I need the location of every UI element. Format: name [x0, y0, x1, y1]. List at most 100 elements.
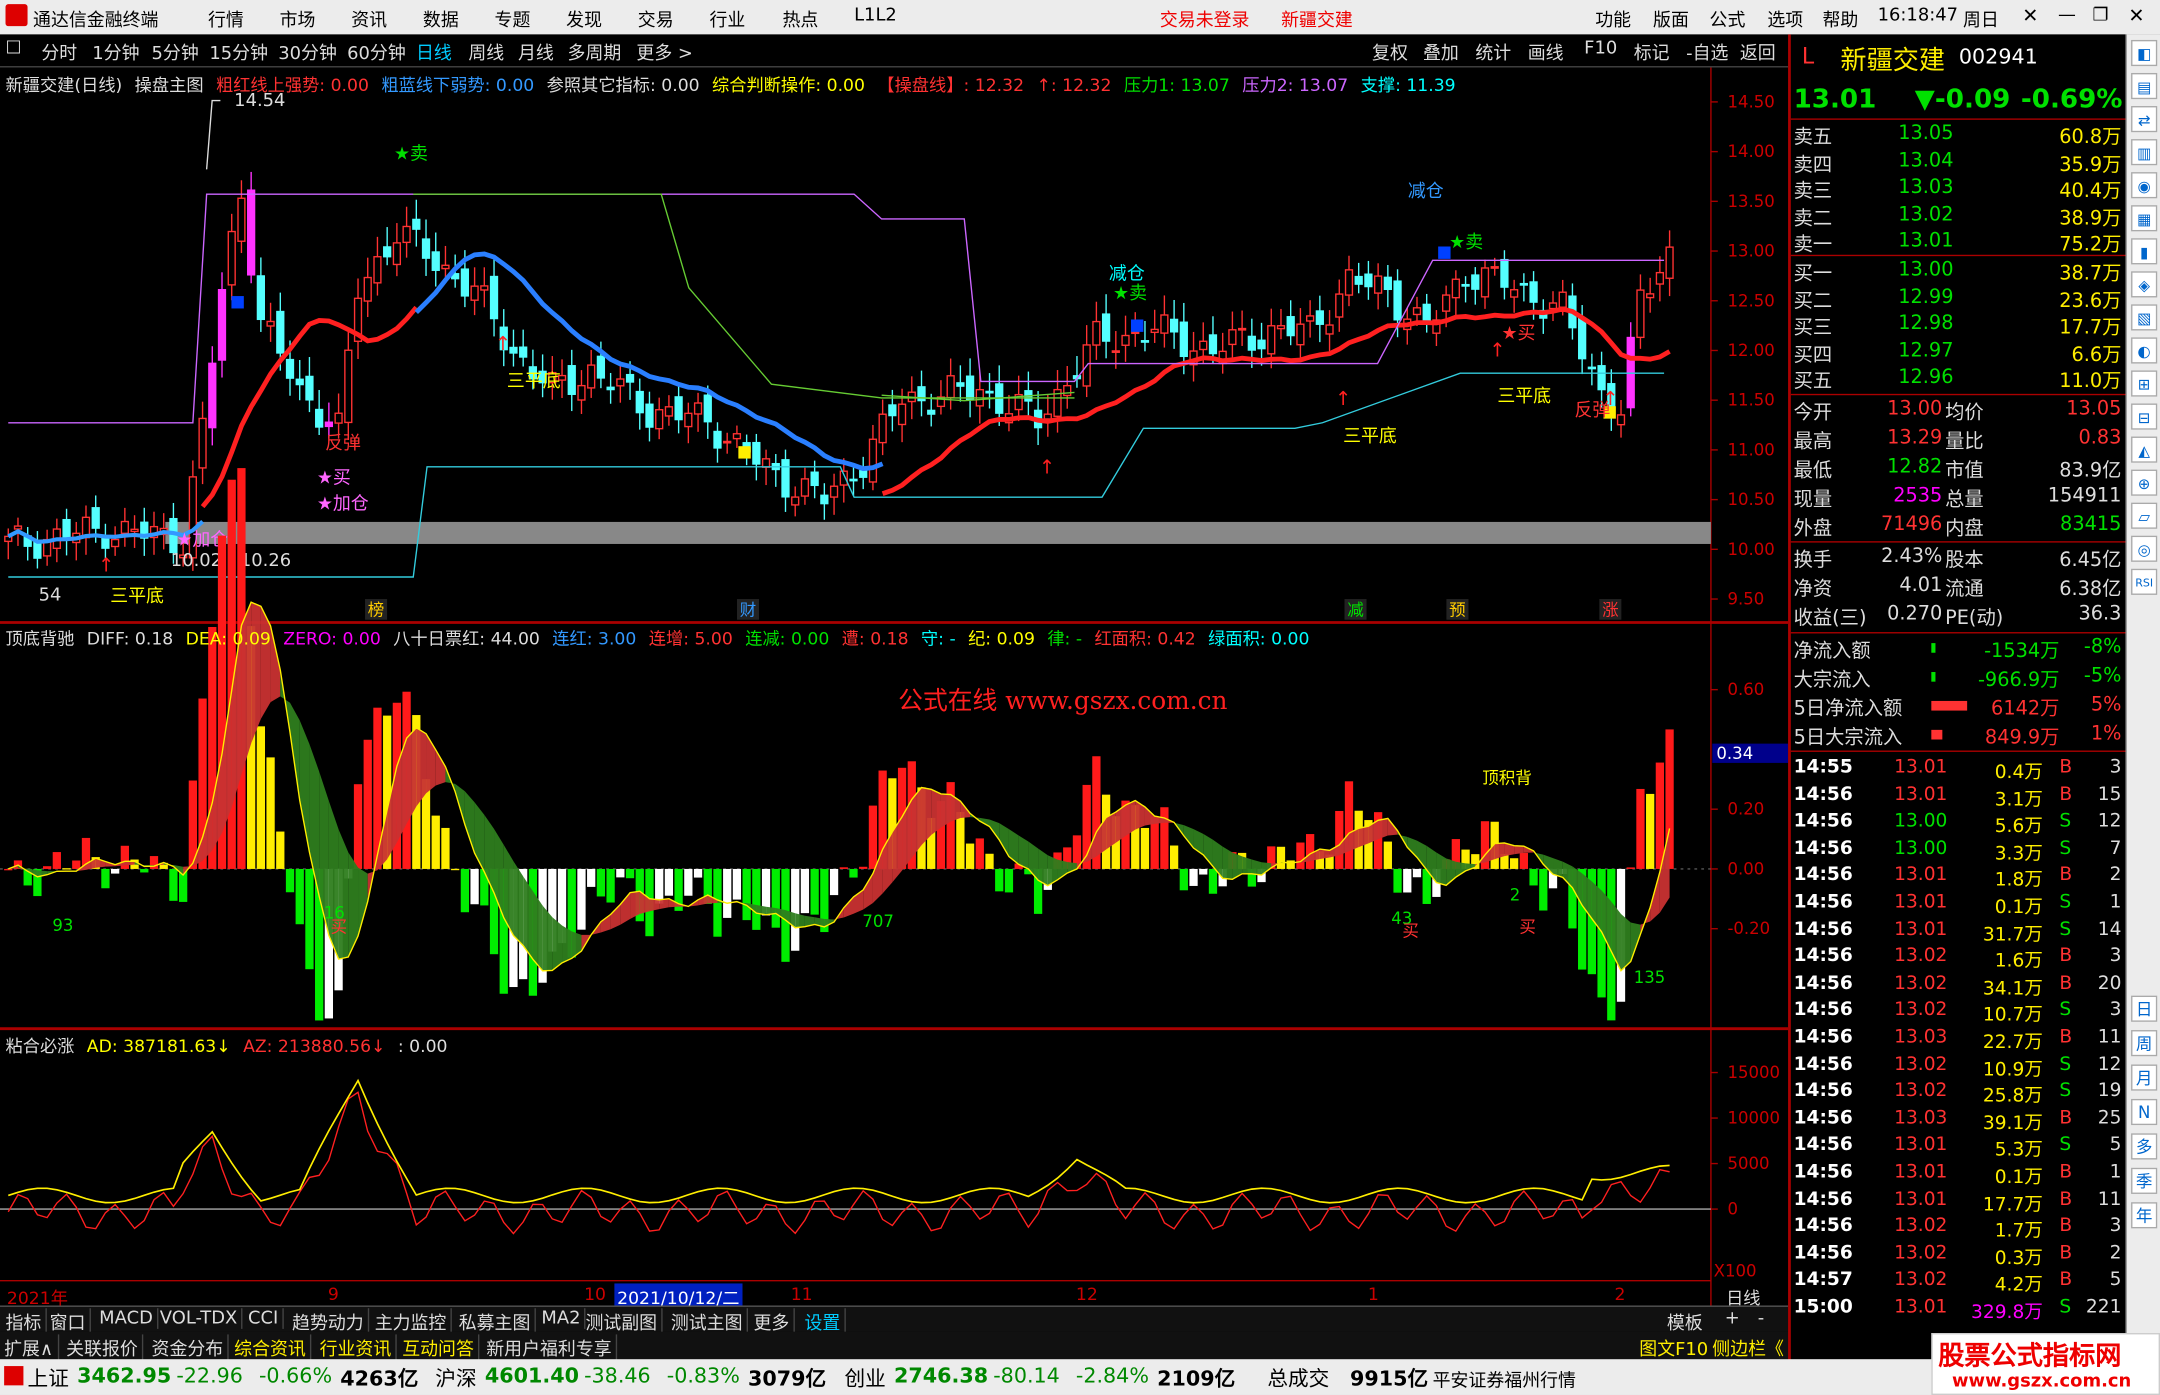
period-tab[interactable]: 60分钟: [347, 39, 406, 65]
menu-toggle-icon[interactable]: ☐: [6, 39, 22, 60]
menu-item[interactable]: 公式: [1710, 6, 1746, 32]
toolbar-button[interactable]: 标记: [1634, 39, 1670, 65]
info-tab[interactable]: 互动问答: [402, 1334, 480, 1361]
tool-icon[interactable]: ▤: [2131, 72, 2158, 100]
period-tab[interactable]: 1分钟: [92, 39, 139, 65]
stock-highlight[interactable]: 新疆交建: [1281, 6, 1353, 32]
side-tab[interactable]: 图文F10: [1639, 1334, 1708, 1361]
toolbar-button[interactable]: F10: [1584, 39, 1617, 60]
period-icon[interactable]: 年: [2131, 1202, 2158, 1229]
side-tab[interactable]: 侧边栏《: [1712, 1334, 1784, 1361]
y-tick-label: -0.20: [1727, 919, 1770, 938]
period-tab[interactable]: 日线: [416, 39, 452, 65]
template-button[interactable]: 模板: [1667, 1308, 1703, 1335]
period-icon[interactable]: 周: [2131, 1030, 2158, 1057]
info-tab[interactable]: 扩展∧: [4, 1334, 59, 1361]
login-status[interactable]: 交易未登录: [1160, 6, 1250, 32]
tool-icon[interactable]: ◈: [2131, 271, 2158, 298]
minimize-icon[interactable]: —: [2058, 6, 2076, 27]
tool-icon[interactable]: ◧: [2131, 39, 2158, 67]
period-icon[interactable]: 日: [2131, 995, 2158, 1022]
info-tab[interactable]: 综合资讯: [234, 1334, 312, 1361]
tool-icon[interactable]: ◭: [2131, 436, 2158, 463]
histogram-bar: [956, 811, 965, 869]
indicator-tab[interactable]: 趋势动力: [292, 1308, 370, 1335]
tool-icon[interactable]: ◐: [2131, 337, 2158, 364]
period-tab[interactable]: 30分钟: [278, 39, 337, 65]
restore-icon[interactable]: ❐: [2092, 6, 2108, 27]
period-tab[interactable]: 更多 >: [636, 39, 693, 65]
indicator-tab[interactable]: 测试副图: [585, 1308, 663, 1335]
tick-count: 11: [2097, 1025, 2122, 1048]
menu-item[interactable]: 行情: [208, 6, 244, 32]
tool-icon[interactable]: ⊞: [2131, 370, 2158, 397]
indicator-tab[interactable]: VOL-TDX: [160, 1308, 243, 1329]
menu-item[interactable]: 市场: [280, 6, 316, 32]
order-book-row: 卖一 13.01 75.2万: [1791, 229, 2126, 257]
period-tab[interactable]: 月线: [518, 39, 554, 65]
period-tab[interactable]: 分时: [41, 39, 77, 65]
period-tab[interactable]: 多周期: [568, 39, 622, 65]
indicator-tab[interactable]: 设置: [804, 1308, 846, 1335]
indicator-tab[interactable]: MA2: [541, 1308, 586, 1329]
indicator-tab[interactable]: 窗口: [50, 1308, 91, 1335]
period-icon[interactable]: N: [2131, 1098, 2158, 1126]
period-icon[interactable]: 多: [2131, 1133, 2158, 1160]
period-tab[interactable]: 周线: [468, 39, 504, 65]
tool-icon[interactable]: ⊕: [2131, 469, 2158, 496]
tool-icon[interactable]: ⇄: [2131, 106, 2158, 133]
tool-icon[interactable]: ▱: [2131, 502, 2158, 529]
toolbar-button[interactable]: 统计: [1475, 39, 1511, 65]
period-icon[interactable]: 季: [2131, 1167, 2158, 1194]
indicator-tab[interactable]: 更多: [754, 1308, 795, 1335]
period-tab[interactable]: 5分钟: [152, 39, 199, 65]
tick-row: 14:56 13.03 22.7万 B 11: [1791, 1025, 2126, 1054]
menu-item[interactable]: 功能: [1595, 6, 1631, 32]
info-tab[interactable]: 行业资讯: [320, 1334, 397, 1361]
menu-item[interactable]: 选项: [1767, 6, 1803, 32]
info-tab[interactable]: 新用户福利专享: [486, 1334, 618, 1361]
menu-item[interactable]: 热点: [782, 6, 818, 32]
template-button[interactable]: +: [1725, 1308, 1740, 1329]
tick-row: 14:56 13.02 1.6万 B 3: [1791, 944, 2126, 973]
indicator-tab[interactable]: 测试主图: [671, 1308, 749, 1335]
info-tab[interactable]: 资金分布: [152, 1334, 229, 1361]
index-name[interactable]: 创业: [844, 1363, 885, 1392]
toolbar-button[interactable]: -自选: [1686, 39, 1728, 65]
indicator-tab[interactable]: 私募主图: [459, 1308, 536, 1335]
index-name[interactable]: 沪深: [435, 1363, 476, 1392]
info-tab[interactable]: 关联报价: [66, 1334, 144, 1361]
tool-icon[interactable]: ⊟: [2131, 403, 2158, 430]
menu-item[interactable]: 交易: [638, 6, 674, 32]
indicator-tab[interactable]: 主力监控: [375, 1308, 452, 1335]
menu-item[interactable]: 专题: [495, 6, 531, 32]
tool-icon[interactable]: ▧: [2131, 304, 2158, 331]
tool-icon[interactable]: ◎: [2131, 535, 2158, 562]
menu-item[interactable]: 资讯: [351, 6, 387, 32]
close-icon[interactable]: ✕: [2128, 6, 2144, 28]
menu-item[interactable]: 行业: [709, 6, 745, 32]
indicator-tab[interactable]: CCI: [248, 1308, 284, 1329]
toolbar-button[interactable]: 复权: [1372, 39, 1408, 65]
period-tab[interactable]: 15分钟: [209, 39, 268, 65]
indicator-tab[interactable]: MACD: [99, 1308, 159, 1329]
index-name[interactable]: 上证: [28, 1363, 69, 1392]
menu-item[interactable]: 帮助: [1822, 6, 1858, 32]
tool-icon[interactable]: ▮: [2131, 238, 2158, 265]
rsi-icon[interactable]: RSI: [2131, 568, 2158, 595]
chart-area[interactable]: 14.50 14.00 13.50 13.00 12.50 12.00 11.50 11.00…: [0, 67, 1789, 1306]
tool-icon[interactable]: ▦: [2131, 205, 2158, 232]
tool-icon[interactable]: ▥: [2131, 139, 2158, 166]
indicator-tab[interactable]: 指标: [6, 1308, 47, 1335]
template-button[interactable]: -: [1758, 1308, 1764, 1329]
tool-icon[interactable]: ◉: [2131, 172, 2158, 199]
menu-item[interactable]: 数据: [423, 6, 459, 32]
menu-item[interactable]: 发现: [566, 6, 602, 32]
toolbar-button[interactable]: 画线: [1528, 39, 1564, 65]
toolbar-button[interactable]: 叠加: [1423, 39, 1459, 65]
toolbar-button[interactable]: 返回: [1740, 39, 1776, 65]
close-small-icon[interactable]: ✕: [2022, 6, 2038, 28]
menu-item[interactable]: L1L2: [854, 6, 897, 27]
menu-item[interactable]: 版面: [1653, 6, 1689, 32]
period-icon[interactable]: 月: [2131, 1064, 2158, 1091]
